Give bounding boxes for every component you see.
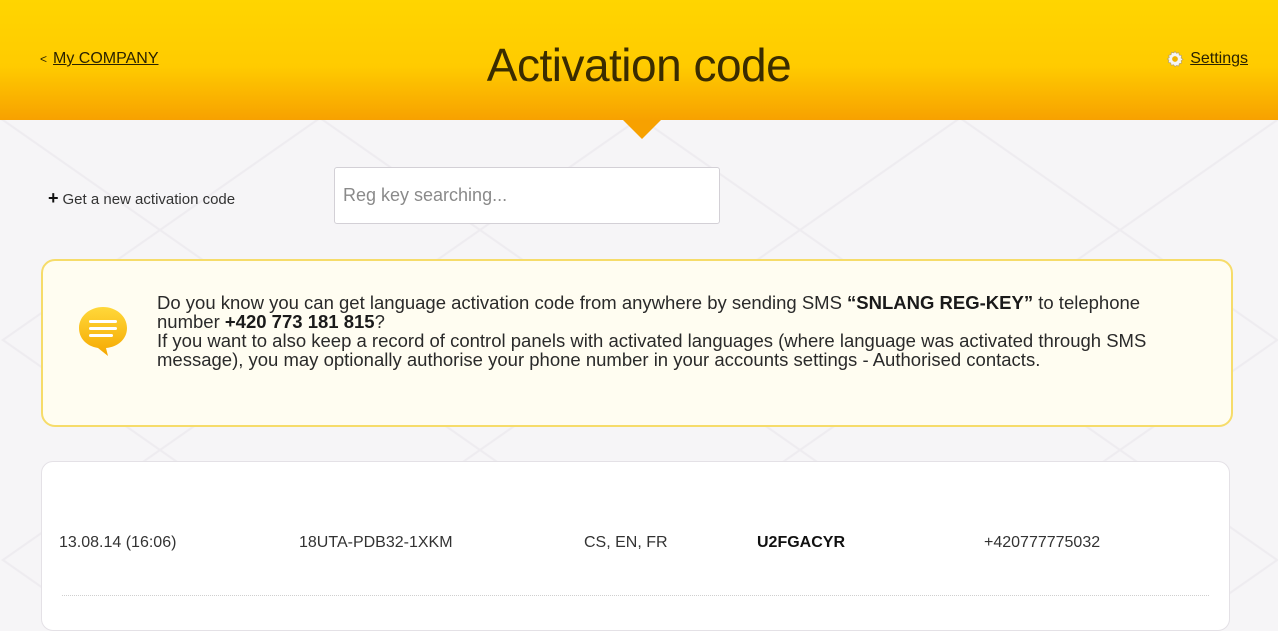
page-header: < My COMPANY Activation code Settings bbox=[0, 0, 1278, 120]
plus-icon: + bbox=[48, 188, 59, 208]
new-activation-code-label: Get a new activation code bbox=[62, 191, 236, 208]
row-divider bbox=[62, 595, 1209, 596]
record-languages: CS, EN, FR bbox=[584, 534, 668, 551]
sms-command: “SNLANG REG-KEY” bbox=[847, 292, 1034, 313]
settings-link[interactable]: Settings bbox=[1166, 50, 1248, 68]
activation-codes-list: 13.08.14 (16:06) 18UTA-PDB32-1XKM CS, EN… bbox=[41, 461, 1230, 631]
chat-bubble-icon bbox=[79, 307, 127, 356]
notice-text-part: Do you know you can get language activat… bbox=[157, 292, 848, 313]
notice-text: Do you know you can get language activat… bbox=[157, 293, 1207, 369]
notice-text-part: ? bbox=[374, 311, 385, 332]
record-date: 13.08.14 (16:06) bbox=[59, 534, 177, 551]
sms-info-notice: Do you know you can get language activat… bbox=[41, 259, 1233, 427]
record-reg-key: 18UTA-PDB32-1XKM bbox=[299, 534, 453, 551]
settings-label[interactable]: Settings bbox=[1190, 50, 1248, 68]
sms-phone-number: +420 773 181 815 bbox=[224, 311, 375, 332]
notice-text-line2: If you want to also keep a record of con… bbox=[157, 330, 1147, 370]
header-pointer bbox=[622, 119, 662, 139]
gear-icon[interactable] bbox=[1166, 50, 1184, 68]
record-activation-code: U2FGACYR bbox=[757, 534, 846, 551]
record-phone: +420777775032 bbox=[984, 534, 1101, 551]
table-row[interactable]: 13.08.14 (16:06) 18UTA-PDB32-1XKM CS, EN… bbox=[42, 462, 1229, 596]
reg-key-search-input[interactable] bbox=[334, 167, 720, 224]
new-activation-code-button[interactable]: + Get a new activation code bbox=[48, 188, 235, 209]
page-title: Activation code bbox=[486, 39, 792, 91]
